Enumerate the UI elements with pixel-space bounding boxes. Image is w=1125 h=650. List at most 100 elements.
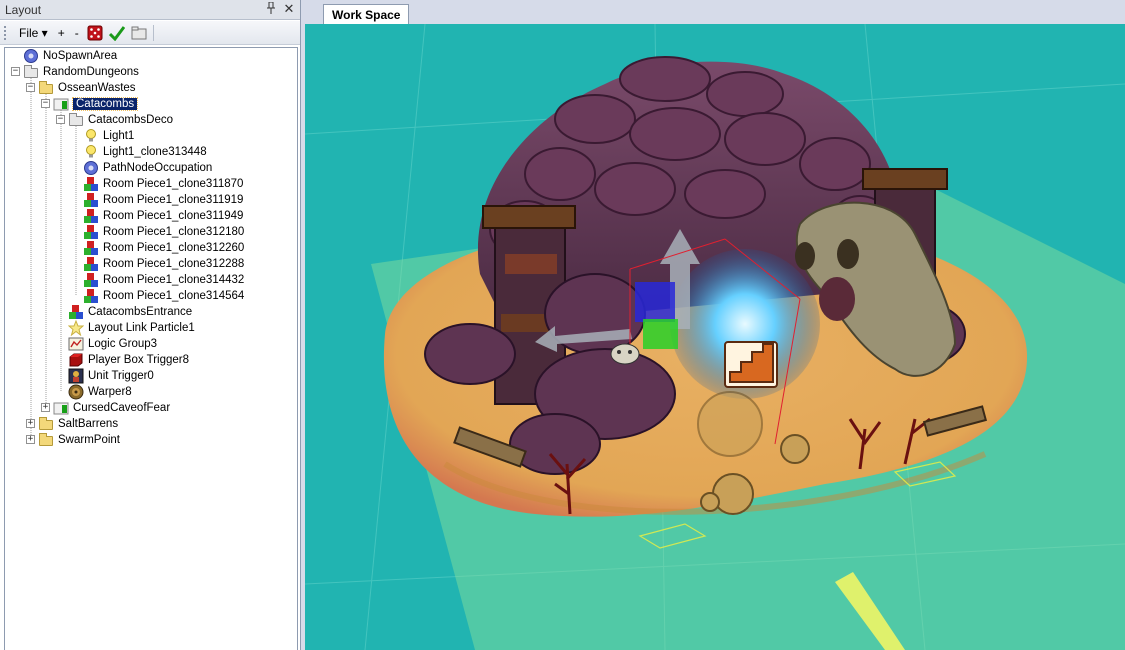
tree-item-label: Unit Trigger0 — [88, 370, 154, 382]
tree-item-room-piece[interactable]: Room Piece1_clone311919 — [83, 192, 243, 208]
pin-icon[interactable] — [264, 1, 278, 16]
add-button[interactable]: + — [53, 24, 70, 42]
layout-panel: Layout ✕ File ▾ + - NoSpawnArea − Random… — [0, 0, 301, 650]
skull-crossbones-icon[interactable] — [610, 343, 640, 365]
room-piece-icon — [83, 224, 99, 240]
tree-item-room-piece[interactable]: Room Piece1_clone311870 — [83, 176, 243, 192]
tree-item-light1-clone[interactable]: Light1_clone313448 — [83, 144, 207, 160]
tree-item-label: CursedCaveofFear — [73, 402, 171, 414]
tree-item-label: Player Box Trigger8 — [88, 354, 189, 366]
tree-item-swarmpoint[interactable]: SwarmPoint — [38, 432, 120, 448]
tree-item-label: RandomDungeons — [43, 66, 139, 78]
tree-item-label-selected: Catacombs — [71, 97, 139, 111]
tree-item-label: Room Piece1_clone311870 — [103, 178, 244, 190]
tree-item-pathnodeoccupation[interactable]: PathNodeOccupation — [83, 160, 212, 176]
level-icon — [53, 400, 69, 416]
tree-item-room-piece[interactable]: Room Piece1_clone311949 — [83, 208, 243, 224]
toolbar-separator — [152, 24, 154, 41]
tree-item-unit-trigger[interactable]: Unit Trigger0 — [68, 368, 154, 384]
collapse-toggle[interactable]: − — [26, 83, 35, 92]
tree-item-room-piece[interactable]: Room Piece1_clone312180 — [83, 224, 244, 240]
tree-item-label: Room Piece1_clone312260 — [103, 242, 245, 254]
tree-item-room-piece[interactable]: Room Piece1_clone314432 — [83, 272, 244, 288]
tree-item-label: Room Piece1_clone311919 — [103, 194, 244, 206]
tree-item-label: Logic Group3 — [88, 338, 158, 350]
layout-tree: NoSpawnArea − RandomDungeons − OsseanWas… — [4, 47, 298, 650]
stairs-entrance-icon[interactable] — [724, 341, 778, 388]
tree-item-layout-link-particle[interactable]: Layout Link Particle1 — [67, 319, 195, 337]
expand-toggle[interactable]: + — [26, 419, 35, 428]
expand-toggle[interactable]: + — [26, 435, 35, 444]
tree-item-saltbarrens[interactable]: SaltBarrens — [38, 416, 118, 432]
collapse-toggle[interactable]: − — [56, 115, 65, 124]
box-trigger-icon — [68, 352, 84, 368]
gear-icon — [83, 160, 99, 176]
tree-item-catacombsdeco[interactable]: CatacombsDeco — [68, 112, 173, 128]
room-piece-icon — [83, 288, 99, 304]
folder-icon — [23, 64, 39, 80]
folder-icon — [38, 432, 54, 448]
unit-trigger-icon — [68, 368, 84, 384]
scene-render[interactable] — [305, 24, 1125, 650]
tree-item-label: Room Piece1_clone314564 — [103, 290, 245, 302]
tree-item-label: Room Piece1_clone312180 — [103, 226, 245, 238]
tree-item-label: Layout Link Particle1 — [88, 322, 195, 334]
tree-item-label: Warper8 — [88, 386, 132, 398]
random-dice-icon[interactable] — [87, 25, 103, 41]
tab-work-space[interactable]: Work Space — [323, 4, 410, 24]
folder-icon — [68, 112, 84, 128]
tree-item-randomdungeons[interactable]: RandomDungeons — [23, 64, 139, 80]
collapse-toggle[interactable]: − — [11, 67, 20, 76]
tree-item-warper[interactable]: Warper8 — [68, 384, 132, 400]
collapse-toggle[interactable]: − — [41, 99, 50, 108]
tree-item-label: CatacombsDeco — [88, 114, 174, 126]
layout-toolbar: File ▾ + - — [0, 21, 300, 45]
tree-item-label: CatacombsEntrance — [88, 306, 193, 318]
tree-item-logic-group[interactable]: Logic Group3 — [68, 336, 157, 352]
level-icon — [53, 96, 69, 112]
particle-star-icon — [67, 319, 85, 337]
gizmo-z-handle[interactable] — [635, 282, 675, 322]
checkmark-icon[interactable] — [108, 25, 125, 41]
tree-item-room-piece[interactable]: Room Piece1_clone312288 — [83, 256, 244, 272]
tree-item-label: Room Piece1_clone314432 — [103, 274, 245, 286]
remove-button[interactable]: - — [70, 24, 84, 42]
tree-item-catacombs[interactable]: Catacombs — [53, 96, 139, 112]
light-bulb-icon — [83, 128, 99, 144]
logic-group-icon — [68, 336, 84, 352]
tree-item-catacombsentrance[interactable]: CatacombsEntrance — [68, 304, 192, 320]
tree-item-label: PathNodeOccupation — [103, 162, 213, 174]
tree-item-label: SwarmPoint — [58, 434, 120, 446]
tree-item-label: Light1 — [103, 130, 135, 142]
tree-item-light1[interactable]: Light1 — [83, 128, 134, 144]
folder-icon — [38, 416, 54, 432]
tree-item-label: OsseanWastes — [58, 82, 136, 94]
room-piece-icon — [83, 272, 99, 288]
folder-open-icon[interactable] — [131, 25, 147, 41]
room-piece-icon — [83, 240, 99, 256]
room-piece-icon — [83, 176, 99, 192]
expand-toggle[interactable]: + — [41, 403, 50, 412]
3d-viewport[interactable] — [305, 24, 1125, 650]
folder-icon — [38, 80, 54, 96]
tree-item-osseanwastes[interactable]: OsseanWastes — [38, 80, 136, 96]
layout-panel-title: Layout — [5, 2, 42, 17]
room-piece-icon — [83, 256, 99, 272]
tree-item-room-piece[interactable]: Room Piece1_clone312260 — [83, 240, 244, 256]
toolbar-grip[interactable] — [4, 25, 9, 40]
tree-item-nospawnarea[interactable]: NoSpawnArea — [23, 48, 117, 64]
tree-item-room-piece[interactable]: Room Piece1_clone314564 — [83, 288, 244, 304]
room-piece-icon — [83, 192, 99, 208]
gizmo-xy-handle[interactable] — [643, 319, 678, 349]
tree-item-label: NoSpawnArea — [43, 50, 118, 62]
file-menu-button[interactable]: File ▾ — [14, 24, 53, 42]
tree-item-cursedcaveoffear[interactable]: CursedCaveofFear — [53, 400, 170, 416]
close-icon[interactable]: ✕ — [282, 2, 296, 16]
tree-item-label: SaltBarrens — [58, 418, 119, 430]
tree-item-player-box-trigger[interactable]: Player Box Trigger8 — [68, 352, 189, 368]
tree-item-label: Light1_clone313448 — [103, 146, 207, 158]
tree-item-label: Room Piece1_clone311949 — [103, 210, 244, 222]
tree-item-label: Room Piece1_clone312288 — [103, 258, 245, 270]
gear-icon — [23, 48, 39, 64]
warper-icon — [68, 384, 84, 400]
